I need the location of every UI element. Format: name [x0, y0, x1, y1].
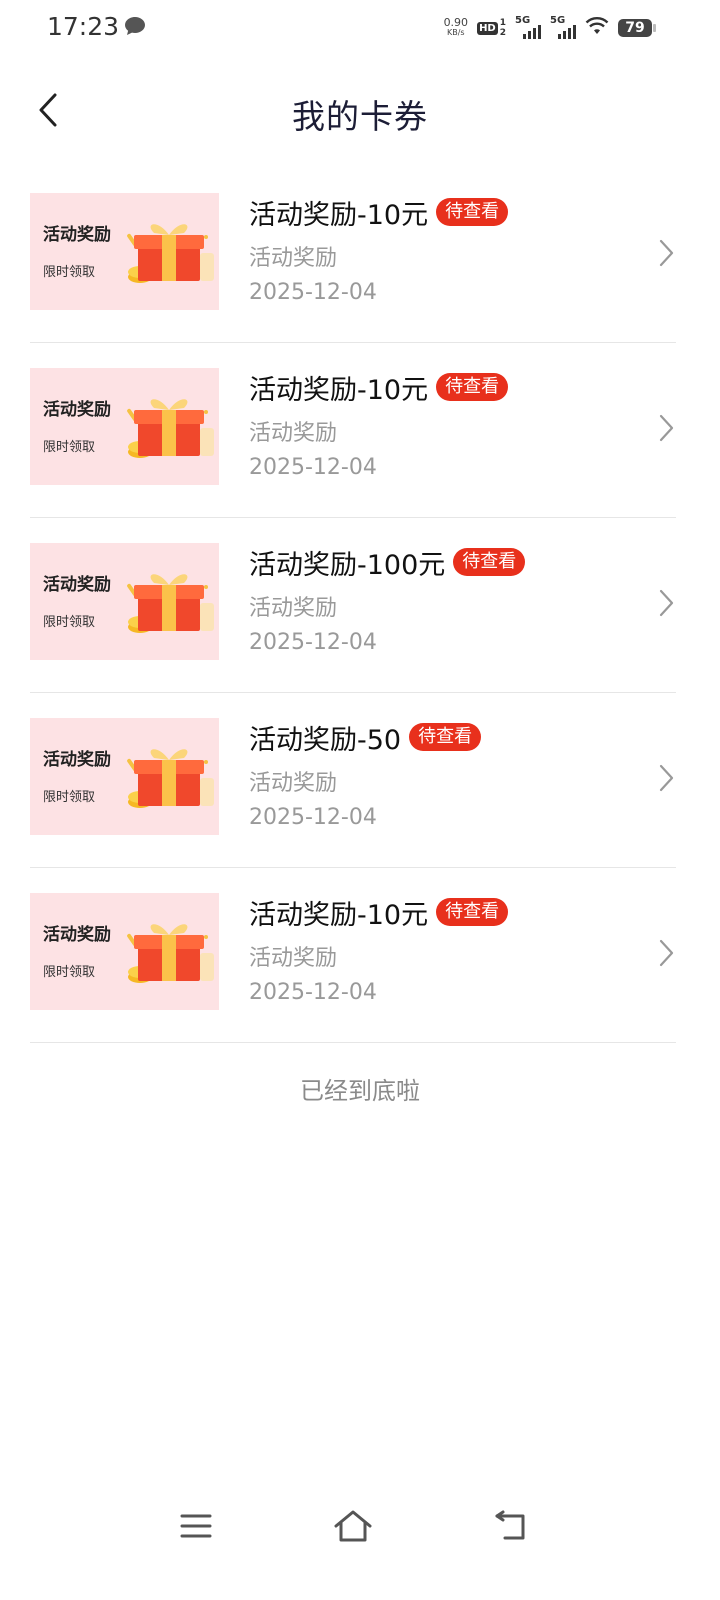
- chevron-right-icon: [659, 239, 674, 267]
- menu-icon: [180, 1514, 212, 1538]
- hd-sim2: 2: [499, 28, 506, 38]
- gift-box-icon: [127, 749, 214, 808]
- status-badge: 待查看: [436, 198, 509, 226]
- coupon-date: 2025-12-04: [249, 980, 377, 1005]
- gift-box-icon: [127, 924, 214, 983]
- home-icon: [334, 1510, 372, 1542]
- battery-icon: 79: [618, 19, 656, 37]
- coupon-thumbnail: 活动奖励 限时领取: [30, 543, 219, 660]
- signal-sim1-icon: 5G: [515, 15, 541, 39]
- coupon-source: 活动奖励: [249, 946, 338, 971]
- gift-box-icon: [127, 399, 214, 458]
- page-title: 我的卡券: [292, 97, 428, 136]
- network-speed-value: 0.90: [443, 16, 469, 29]
- status-badge: 待查看: [409, 723, 482, 751]
- status-badge: 待查看: [453, 548, 526, 576]
- my-coupons-screen: 17:23 0.90 KB/s HD 1 2 5G 5G 79 我的卡券 活动奖…: [0, 0, 720, 1600]
- system-nav-bar: [0, 1490, 720, 1562]
- nav-back-button[interactable]: [486, 1502, 534, 1550]
- coupon-title: 活动奖励-10元: [249, 374, 429, 406]
- coupon-thumbnail: 活动奖励 限时领取: [30, 893, 219, 1010]
- header: 我的卡券: [0, 70, 720, 150]
- menu-button[interactable]: [172, 1502, 220, 1550]
- coupon-date: 2025-12-04: [249, 455, 377, 480]
- gift-box-icon: [127, 224, 214, 283]
- chevron-right-icon: [659, 414, 674, 442]
- status-time: 17:23: [47, 12, 120, 41]
- coupon-item[interactable]: 活动奖励 限时领取 活动奖励-10元 待查看 活动奖励 2025-12-04: [30, 343, 676, 518]
- gift-box-icon: [127, 574, 214, 633]
- coupon-item[interactable]: 活动奖励 限时领取 活动奖励-10元 待查看 活动奖励 2025-12-04: [30, 868, 676, 1043]
- thumbnail-subtitle: 限时领取: [43, 790, 96, 805]
- back-icon: [495, 1510, 525, 1540]
- thumbnail-title: 活动奖励: [43, 575, 111, 595]
- thumbnail-subtitle: 限时领取: [43, 265, 96, 280]
- coupon-item[interactable]: 活动奖励 限时领取 活动奖励-50 待查看 活动奖励 2025-12-04: [30, 693, 676, 868]
- hd-voice-icon: HD 1 2: [477, 18, 506, 38]
- status-badge: 待查看: [436, 373, 509, 401]
- end-of-list-text: 已经到底啦: [300, 1077, 420, 1105]
- coupon-date: 2025-12-04: [249, 805, 377, 830]
- thumbnail-title: 活动奖励: [43, 750, 111, 770]
- wifi-icon: [585, 16, 609, 40]
- coupon-item[interactable]: 活动奖励 限时领取 活动奖励-100元 待查看 活动奖励 2025-12-04: [30, 518, 676, 693]
- coupon-title: 活动奖励-10元: [249, 899, 429, 931]
- thumbnail-subtitle: 限时领取: [43, 615, 96, 630]
- coupon-title: 活动奖励-10元: [249, 199, 429, 231]
- sim2-network-type: 5G: [550, 15, 566, 26]
- chat-bubble-icon: [124, 16, 146, 40]
- coupon-source: 活动奖励: [249, 596, 338, 621]
- coupon-thumbnail: 活动奖励 限时领取: [30, 718, 219, 835]
- home-button[interactable]: [329, 1502, 377, 1550]
- thumbnail-subtitle: 限时领取: [43, 965, 96, 980]
- network-speed-unit: KB/s: [447, 28, 465, 37]
- coupon-source: 活动奖励: [249, 771, 338, 796]
- thumbnail-title: 活动奖励: [43, 925, 111, 945]
- coupon-thumbnail: 活动奖励 限时领取: [30, 193, 219, 310]
- thumbnail-subtitle: 限时领取: [43, 440, 96, 455]
- thumbnail-title: 活动奖励: [43, 225, 111, 245]
- network-speed: 0.90 KB/s: [443, 16, 469, 38]
- hd-label: HD: [477, 21, 498, 35]
- chevron-right-icon: [659, 589, 674, 617]
- coupon-item[interactable]: 活动奖励 限时领取 活动奖励-10元 待查看 活动奖励 2025-12-04: [30, 168, 676, 343]
- signal-sim2-icon: 5G: [550, 15, 576, 39]
- coupon-date: 2025-12-04: [249, 630, 377, 655]
- coupon-title: 活动奖励-50: [249, 724, 402, 756]
- chevron-right-icon: [659, 764, 674, 792]
- thumbnail-title: 活动奖励: [43, 400, 111, 420]
- sim1-network-type: 5G: [515, 15, 531, 26]
- status-bar: 17:23 0.90 KB/s HD 1 2 5G 5G 79: [0, 0, 720, 56]
- status-badge: 待查看: [436, 898, 509, 926]
- coupon-list: 活动奖励 限时领取 活动奖励-10元 待查看 活动奖励 2025-12-04 活…: [30, 168, 676, 1043]
- coupon-source: 活动奖励: [249, 421, 338, 446]
- hd-sim1: 1: [499, 18, 506, 28]
- coupon-source: 活动奖励: [249, 246, 338, 271]
- coupon-title: 活动奖励-100元: [249, 549, 446, 581]
- coupon-date: 2025-12-04: [249, 280, 377, 305]
- coupon-thumbnail: 活动奖励 限时领取: [30, 368, 219, 485]
- status-indicators: 0.90 KB/s HD 1 2 5G 5G 79: [443, 14, 656, 42]
- chevron-right-icon: [659, 939, 674, 967]
